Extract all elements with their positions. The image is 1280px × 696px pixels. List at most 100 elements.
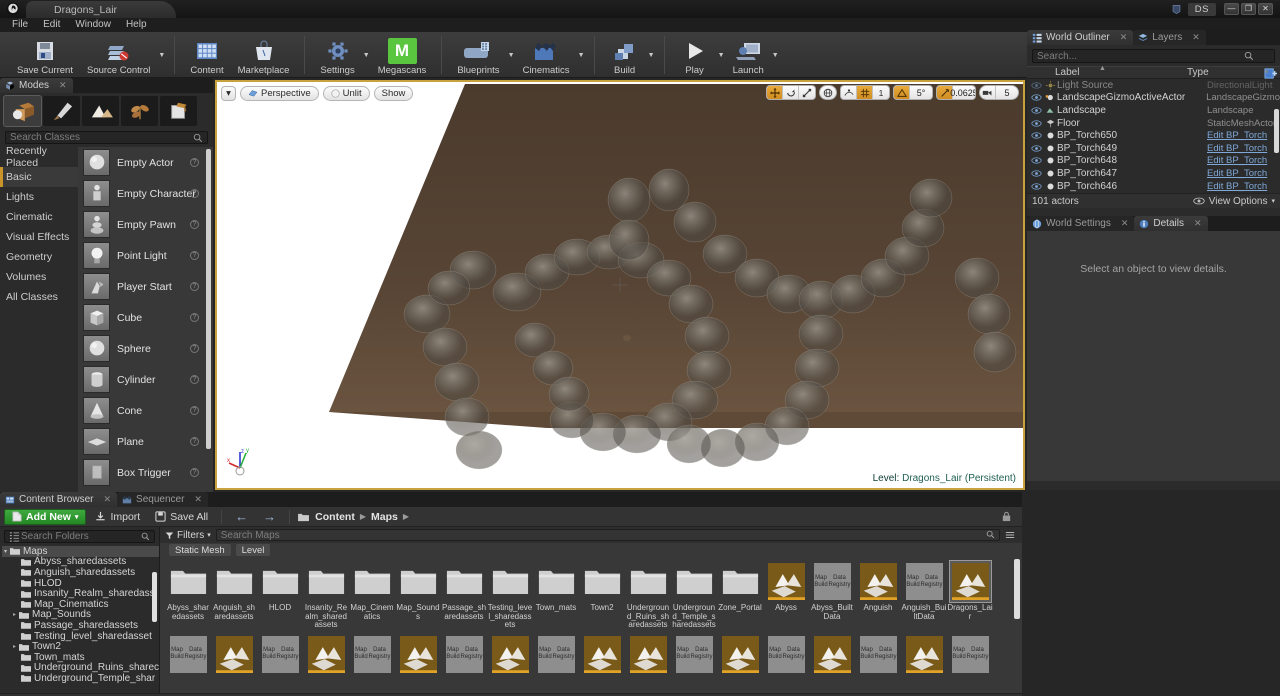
asset-search-input[interactable]: Search Maps xyxy=(215,529,1000,541)
folder-tree-item[interactable]: Town_mats xyxy=(2,652,159,663)
coordinate-space-button[interactable] xyxy=(819,85,837,100)
folder-tree-item[interactable]: Insanity_Realm_sharedass xyxy=(2,588,159,599)
asset-view-settings-icon[interactable] xyxy=(1005,530,1017,540)
folder-tree-item[interactable]: Passage_sharedassets xyxy=(2,620,159,631)
asset-grid-scrollbar[interactable] xyxy=(1014,559,1020,619)
menu-item-help[interactable]: Help xyxy=(119,18,154,32)
help-icon[interactable]: ? xyxy=(190,344,199,353)
table-row[interactable]: BP_Torch648 Edit BP_Torch xyxy=(1027,155,1280,168)
asset-grid-cell[interactable] xyxy=(395,630,441,677)
toolbar-button-save-current[interactable]: Save Current xyxy=(10,35,80,78)
toolbar-button-marketplace[interactable]: Marketplace xyxy=(231,35,297,78)
toolbar-button-settings[interactable]: Settings xyxy=(313,35,361,78)
asset-grid-cell[interactable]: Town_mats xyxy=(533,557,579,630)
eye-icon[interactable] xyxy=(1030,170,1043,177)
angle-snap-icon[interactable] xyxy=(894,86,910,99)
menu-item-edit[interactable]: Edit xyxy=(36,18,67,32)
toolbar-dropdown-settings[interactable]: ▼ xyxy=(362,44,371,78)
place-mode-icon[interactable] xyxy=(3,95,42,127)
maximize-button[interactable]: ❐ xyxy=(1241,2,1256,15)
folder-tree-item[interactable]: ▸ Map_Sounds xyxy=(2,609,159,620)
paint-mode-icon[interactable] xyxy=(43,96,80,126)
asset-grid-cell[interactable]: Abyss_sharedassets xyxy=(165,557,211,630)
eye-icon[interactable] xyxy=(1030,119,1043,127)
table-row[interactable]: Floor StaticMeshActor xyxy=(1027,117,1280,130)
rotate-gizmo-icon[interactable] xyxy=(783,86,799,99)
asset-grid-cell[interactable] xyxy=(625,630,671,677)
placeable-item-cube[interactable]: Cube? xyxy=(78,302,213,333)
folder-tree-item[interactable]: ▾ Maps xyxy=(2,546,159,557)
toolbar-button-content[interactable]: Content xyxy=(183,35,230,78)
grid-snap-icon[interactable] xyxy=(857,86,873,99)
asset-grid-cell[interactable]: Map Build Data Registry xyxy=(533,630,579,677)
geometry-mode-icon[interactable] xyxy=(160,96,197,126)
asset-grid-cell[interactable]: Underground_Temple_sharedassets xyxy=(671,557,717,630)
toolbar-dropdown-blueprints[interactable]: ▼ xyxy=(507,44,516,78)
table-row[interactable]: LandscapeGizmoActiveActor LandscapeGizmo xyxy=(1027,92,1280,105)
window-tab-title[interactable]: Dragons_Lair xyxy=(26,1,176,18)
asset-grid-cell[interactable]: Zone_Portal xyxy=(717,557,763,630)
outliner-row-type[interactable]: Edit BP_Torch xyxy=(1207,155,1280,166)
folder-tree-item[interactable]: Underground_Temple_shar xyxy=(2,673,159,684)
camera-speed-value[interactable]: 5 xyxy=(996,86,1018,99)
scale-snap-value[interactable]: 0.0625 xyxy=(950,86,975,99)
filter-chip-static-mesh[interactable]: Static Mesh xyxy=(169,544,231,556)
asset-grid-cell[interactable] xyxy=(901,630,947,677)
tab-details[interactable]: Details ✕ xyxy=(1134,216,1208,231)
outliner-row-type[interactable]: Edit BP_Torch xyxy=(1207,130,1280,141)
close-icon[interactable]: ✕ xyxy=(59,80,67,91)
placeable-item-cylinder[interactable]: Cylinder? xyxy=(78,364,213,395)
folder-tree-item[interactable]: ▸ Town2 xyxy=(2,641,159,652)
toolbar-dropdown-build[interactable]: ▼ xyxy=(647,44,656,78)
world-space-icon[interactable] xyxy=(820,86,836,99)
table-row[interactable]: BP_Torch647 Edit BP_Torch xyxy=(1027,167,1280,180)
toolbar-dropdown-launch[interactable]: ▼ xyxy=(771,44,780,78)
column-header-label[interactable]: Label ▲ xyxy=(1027,65,1187,78)
outliner-scrollbar[interactable] xyxy=(1274,109,1279,153)
asset-grid-cell[interactable] xyxy=(809,630,855,677)
save-all-button[interactable]: Save All xyxy=(149,509,214,525)
search-classes-input[interactable]: Search Classes xyxy=(5,131,208,144)
category-visual-effects[interactable]: Visual Effects xyxy=(0,227,78,247)
nav-back-button[interactable]: ← xyxy=(229,509,254,525)
close-icon[interactable]: ✕ xyxy=(1120,32,1128,43)
viewport-show-menu-button[interactable]: Show xyxy=(373,85,414,101)
close-icon[interactable]: ✕ xyxy=(1192,32,1200,43)
placeable-item-plane[interactable]: Plane? xyxy=(78,426,213,457)
collapse-arrow-icon[interactable]: ▸ xyxy=(13,611,16,618)
asset-grid-cell[interactable]: Map Build Data Registry xyxy=(441,630,487,677)
eye-icon[interactable] xyxy=(1030,157,1043,164)
asset-grid-cell[interactable] xyxy=(211,630,257,677)
folder-tree-item[interactable]: Anguish_sharedassets xyxy=(2,567,159,578)
folder-tree-item[interactable]: Testing_level_sharedasset xyxy=(2,631,159,642)
placeable-item-empty-pawn[interactable]: Empty Pawn? xyxy=(78,209,213,240)
asset-grid-cell[interactable]: Map Build Data Registry Abyss_Built Data xyxy=(809,557,855,630)
asset-grid[interactable]: Abyss_sharedassets Anguish_sharedassets HL… xyxy=(160,557,1022,693)
help-icon[interactable]: ? xyxy=(190,406,199,415)
surface-snap-icon[interactable] xyxy=(841,86,857,99)
asset-grid-cell[interactable]: Map Build Data Registry xyxy=(671,630,717,677)
asset-grid-cell[interactable]: Abyss xyxy=(763,557,809,630)
folder-tree-item[interactable]: Abyss_sharedassets xyxy=(2,556,159,567)
viewport-view-mode-button[interactable]: Unlit xyxy=(322,85,370,101)
toolbar-button-blueprints[interactable]: Blueprints xyxy=(450,35,506,78)
category-cinematic[interactable]: Cinematic xyxy=(0,207,78,227)
tab-content-browser[interactable]: Content Browser ✕ xyxy=(0,492,118,507)
folder-tree-scrollbar[interactable] xyxy=(152,572,157,622)
help-icon[interactable]: ? xyxy=(190,251,199,260)
asset-grid-cell[interactable]: Town2 xyxy=(579,557,625,630)
asset-grid-cell[interactable]: Map Build Data Registry xyxy=(763,630,809,677)
close-icon[interactable]: ✕ xyxy=(1121,218,1129,229)
toolbar-dropdown-cinematics[interactable]: ▼ xyxy=(577,44,586,78)
translate-gizmo-icon[interactable] xyxy=(767,86,783,99)
eye-icon[interactable] xyxy=(1030,82,1043,89)
outliner-row-type[interactable]: Edit BP_Torch xyxy=(1207,181,1280,192)
asset-grid-cell[interactable]: Underground_Ruins_sharedassets xyxy=(625,557,671,630)
toolbar-button-launch[interactable]: Launch xyxy=(726,35,771,78)
foliage-mode-icon[interactable] xyxy=(121,96,158,126)
viewport-camera-mode-button[interactable]: Perspective xyxy=(240,85,319,101)
placeable-item-cone[interactable]: Cone? xyxy=(78,395,213,426)
outliner-row-type[interactable]: Edit BP_Torch xyxy=(1207,168,1280,179)
asset-grid-cell[interactable]: Map Build Data Registry xyxy=(349,630,395,677)
user-badge[interactable]: DS xyxy=(1187,2,1216,16)
